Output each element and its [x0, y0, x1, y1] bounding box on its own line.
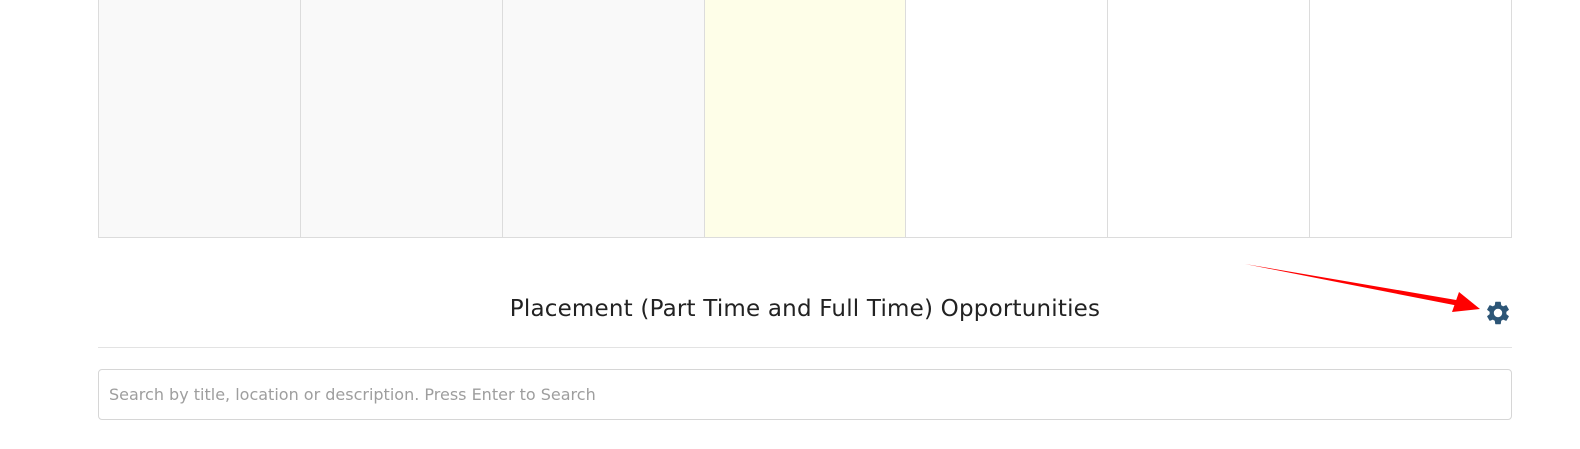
calendar-day-cell[interactable]	[1310, 0, 1512, 237]
settings-button[interactable]	[1484, 299, 1512, 327]
gear-icon	[1487, 301, 1509, 325]
calendar-day-cell[interactable]	[1108, 0, 1311, 237]
calendar-day-cell[interactable]	[906, 0, 1109, 237]
calendar-day-cell-today[interactable]	[704, 0, 907, 237]
calendar-day-cell[interactable]	[300, 0, 503, 237]
search-input[interactable]	[98, 369, 1512, 420]
calendar-day-cell[interactable]	[99, 0, 301, 237]
opportunities-header: Placement (Part Time and Full Time) Oppo…	[98, 280, 1512, 348]
calendar-day-cell[interactable]	[502, 0, 705, 237]
calendar-week-row	[98, 0, 1512, 238]
section-title: Placement (Part Time and Full Time) Oppo…	[509, 296, 1101, 322]
